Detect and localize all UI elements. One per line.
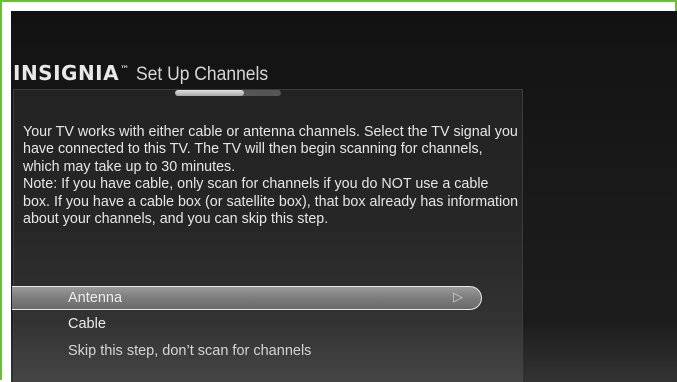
tv-screen: INSIGNIA™ Set Up Channels Your TV works …	[11, 11, 677, 382]
signal-options-menu: Antenna ▷ Cable Skip this step, don’t sc…	[12, 286, 482, 364]
insignia-logo: INSIGNIA™	[13, 61, 130, 85]
progress-fill	[175, 90, 244, 96]
setup-panel: Your TV works with either cable or anten…	[12, 89, 523, 382]
note-paragraph: Note: If you have cable, only scan for c…	[23, 176, 519, 228]
page-header: INSIGNIA™ Set Up Channels	[13, 61, 279, 91]
instructions-text: Your TV works with either cable or anten…	[23, 124, 519, 228]
play-arrow-icon: ▷	[453, 290, 463, 305]
setup-progress-bar	[175, 90, 281, 96]
option-cable[interactable]: Cable	[12, 310, 482, 337]
page-title: Set Up Channels	[135, 64, 268, 85]
option-antenna[interactable]: Antenna ▷	[12, 286, 482, 310]
option-label: Skip this step, don’t scan for channels	[68, 342, 312, 359]
option-label: Cable	[68, 315, 106, 332]
instructions-paragraph: Your TV works with either cable or anten…	[23, 124, 518, 175]
trademark-symbol: ™	[120, 65, 130, 76]
screenshot-frame: INSIGNIA™ Set Up Channels Your TV works …	[0, 0, 677, 382]
option-label: Antenna	[68, 290, 123, 306]
option-skip-scan[interactable]: Skip this step, don’t scan for channels	[12, 337, 482, 364]
